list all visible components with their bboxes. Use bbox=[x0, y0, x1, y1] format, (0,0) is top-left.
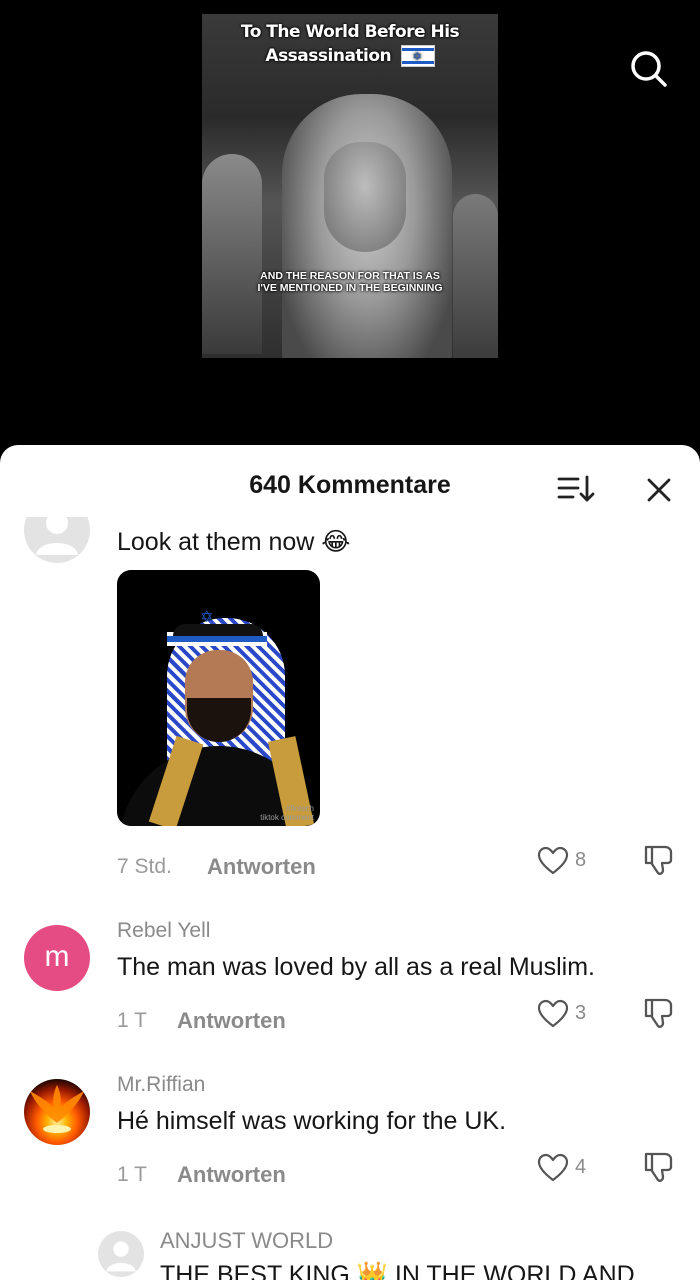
like-button[interactable]: 3 bbox=[537, 997, 597, 1031]
avatar[interactable] bbox=[98, 1231, 144, 1277]
comment-time: 1 T bbox=[117, 1009, 147, 1032]
like-button[interactable]: 4 bbox=[537, 1151, 597, 1185]
heart-icon bbox=[537, 999, 569, 1028]
comment-text: The man was loved by all as a real Musli… bbox=[117, 953, 595, 981]
close-icon bbox=[647, 478, 671, 502]
phoenix-icon bbox=[30, 1085, 84, 1133]
reply-button[interactable]: Antworten bbox=[177, 1162, 286, 1188]
avatar[interactable]: m bbox=[24, 925, 90, 991]
image-agal bbox=[173, 624, 263, 636]
dislike-button[interactable] bbox=[640, 1149, 676, 1185]
comments-sheet: 640 Kommentare Look at them now � bbox=[0, 445, 700, 1280]
avatar[interactable] bbox=[24, 517, 90, 563]
default-avatar-icon bbox=[106, 1241, 136, 1272]
comment-text: THE BEST KING 👑 IN THE WORLD AND bbox=[160, 1261, 635, 1280]
comment-username[interactable]: Rebel Yell bbox=[117, 919, 210, 943]
heart-icon bbox=[537, 1153, 569, 1182]
search-icon bbox=[631, 51, 667, 87]
comment-item: Look at them now 😂 ✡ #fintech tiktok com… bbox=[0, 505, 700, 885]
thumbs-down-icon bbox=[644, 845, 673, 875]
like-count: 8 bbox=[575, 849, 587, 871]
video-title-overlay: To The World Before His Assassination ✡ bbox=[202, 20, 498, 68]
video-title-line2: Assassination bbox=[265, 46, 392, 66]
thumbs-down-icon bbox=[644, 1152, 673, 1182]
like-button[interactable]: 8 bbox=[537, 844, 597, 878]
dislike-button[interactable] bbox=[640, 842, 676, 878]
video-caption-line2: I'VE MENTIONED IN THE BEGINNING bbox=[257, 282, 443, 294]
video-caption-line1: AND THE REASON FOR THAT IS AS bbox=[260, 270, 440, 282]
comment-username[interactable]: Mr.Riffian bbox=[117, 1073, 205, 1097]
like-count: 4 bbox=[575, 1156, 587, 1178]
star-of-david-icon: ✡ bbox=[200, 609, 214, 626]
comment-item: m Rebel Yell The man was loved by all as… bbox=[0, 915, 700, 1055]
like-count: 3 bbox=[575, 1002, 587, 1024]
comment-username[interactable]: ANJUST WORLD bbox=[160, 1228, 333, 1254]
video-caption: AND THE REASON FOR THAT IS AS I'VE MENTI… bbox=[202, 270, 498, 294]
search-button[interactable] bbox=[628, 48, 670, 90]
reply-button[interactable]: Antworten bbox=[207, 854, 316, 880]
thumbs-down-icon bbox=[644, 998, 673, 1028]
video-player[interactable]: To The World Before His Assassination ✡ … bbox=[0, 0, 700, 460]
close-button[interactable] bbox=[644, 475, 674, 505]
comment-text: Look at them now 😂 bbox=[117, 528, 351, 556]
watermark-line1: #fintech bbox=[285, 804, 314, 813]
comment-image[interactable]: ✡ #fintech tiktok comment bbox=[117, 570, 320, 826]
sort-button[interactable] bbox=[556, 473, 596, 505]
reply-button[interactable]: Antworten bbox=[177, 1008, 286, 1034]
avatar[interactable] bbox=[24, 1079, 90, 1145]
main-figure-face bbox=[324, 142, 406, 252]
background-person-left bbox=[202, 154, 262, 354]
image-watermark: #fintech tiktok comment bbox=[260, 804, 314, 822]
comment-text: Hé himself was working for the UK. bbox=[117, 1107, 507, 1135]
avatar-letter: m bbox=[44, 940, 70, 973]
comment-item: Mr.Riffian Hé himself was working for th… bbox=[0, 1069, 700, 1209]
video-title-line1: To The World Before His bbox=[240, 22, 460, 42]
comment-time: 1 T bbox=[117, 1163, 147, 1186]
heart-icon bbox=[537, 846, 569, 875]
dislike-button[interactable] bbox=[640, 995, 676, 1031]
comment-item: ANJUST WORLD THE BEST KING 👑 IN THE WORL… bbox=[0, 1225, 700, 1280]
default-avatar-icon bbox=[36, 517, 78, 555]
comment-time: 7 Std. bbox=[117, 855, 172, 878]
video-frame: To The World Before His Assassination ✡ … bbox=[202, 14, 498, 358]
sort-icon bbox=[557, 475, 595, 502]
israel-flag-icon: ✡ bbox=[400, 45, 435, 67]
watermark-line2: tiktok comment bbox=[260, 813, 314, 822]
